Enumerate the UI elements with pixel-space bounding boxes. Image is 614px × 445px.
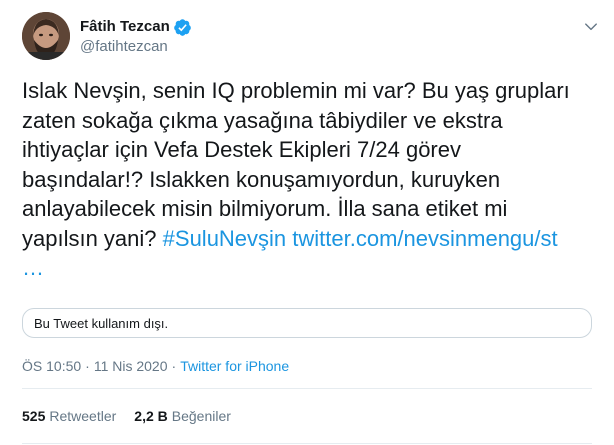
hashtag-link[interactable]: #SuluNevşin <box>163 226 287 251</box>
avatar[interactable] <box>22 12 70 60</box>
meta-separator: · <box>85 358 90 374</box>
tweet-text-line: anlayabilecek misin bilmiyorum. İlla san… <box>22 196 508 221</box>
display-name[interactable]: Fâtih Tezcan <box>80 17 170 37</box>
divider <box>22 443 592 444</box>
retweets-stat[interactable]: 525 Retweetler <box>22 407 116 425</box>
verified-badge-icon <box>173 18 192 37</box>
likes-label: Beğeniler <box>171 408 231 424</box>
tweet-card: Fâtih Tezcan @fatihtezcan Islak Nevşin, … <box>0 0 614 445</box>
truncation-ellipsis[interactable]: … <box>22 253 597 283</box>
tweet-source-link[interactable]: Twitter for iPhone <box>180 357 289 375</box>
handle[interactable]: @fatihtezcan <box>80 37 192 57</box>
tweet-meta: ÖS 10:50 · 11 Nis 2020 · Twitter for iPh… <box>22 357 289 375</box>
author-info: Fâtih Tezcan @fatihtezcan <box>80 17 192 57</box>
meta-separator: · <box>171 358 177 374</box>
tweet-stats: 525 Retweetler 2,2 B Beğeniler <box>22 407 231 425</box>
tweet-text-line: ihtiyaçlar için Vefa Destek Ekipleri 7/2… <box>22 137 461 162</box>
likes-stat[interactable]: 2,2 B Beğeniler <box>134 407 231 425</box>
tweet-header: Fâtih Tezcan @fatihtezcan <box>22 12 602 60</box>
chevron-down-icon[interactable] <box>580 16 602 38</box>
likes-count: 2,2 B <box>134 408 168 424</box>
name-row: Fâtih Tezcan <box>80 17 192 37</box>
retweets-label: Retweetler <box>49 408 117 424</box>
tweet-text-line: başındalar!? Islakken konuşamıyordun, ku… <box>22 166 501 192</box>
avatar-image <box>22 12 70 60</box>
divider <box>22 388 592 389</box>
tweet-text-prefix: yapılsın yani? <box>22 225 157 251</box>
withheld-notice-text: Bu Tweet kullanım dışı. <box>34 315 169 331</box>
tweet-date[interactable]: 11 Nis 2020 <box>94 357 168 375</box>
tweet-text: Islak Nevşin, senin IQ problemin mi var?… <box>22 76 597 283</box>
url-link[interactable]: twitter.com/nevsinmengu/st <box>292 226 557 251</box>
tweet-time[interactable]: ÖS 10:50 <box>22 357 81 375</box>
retweets-count: 525 <box>22 408 46 424</box>
tweet-text-line: zaten sokağa çıkma yasağına tâbiydiler v… <box>22 107 503 133</box>
tweet-text-line: Islak Nevşin, senin IQ problemin mi var?… <box>22 78 570 103</box>
withheld-notice: Bu Tweet kullanım dışı. <box>22 308 592 338</box>
tweet-text-last-line: yapılsın yani? #SuluNevşin twitter.com/n… <box>22 224 597 254</box>
